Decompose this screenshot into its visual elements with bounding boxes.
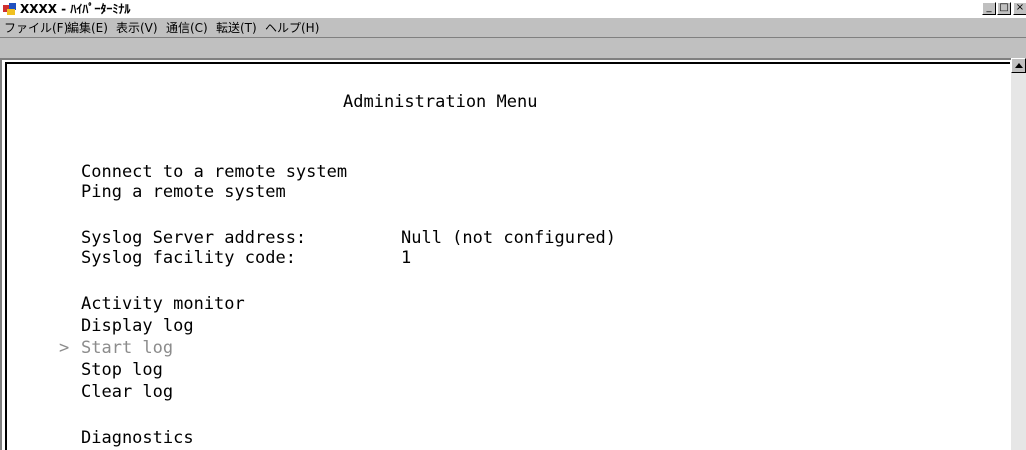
menu-option-ping[interactable]: Ping a remote system	[81, 182, 286, 202]
vertical-scrollbar[interactable]	[1011, 58, 1026, 450]
menu-option-start-log[interactable]: Start log	[81, 338, 173, 358]
menu-communication[interactable]: 通信(C)	[166, 21, 208, 35]
syslog-facility-label[interactable]: Syslog facility code:	[81, 248, 296, 268]
hyperterminal-icon	[3, 3, 16, 15]
maximize-button[interactable]: □	[997, 2, 1011, 15]
menu-option-diagnostics[interactable]: Diagnostics	[81, 428, 194, 448]
menu-option-activity-monitor[interactable]: Activity monitor	[81, 294, 245, 314]
terminal-screen[interactable]: Administration Menu Connect to a remote …	[5, 62, 1010, 450]
close-button[interactable]: ×	[1013, 2, 1026, 15]
menu-help[interactable]: ヘルプ(H)	[265, 21, 319, 35]
menu-bar: ファイル(F) 編集(E) 表示(V) 通信(C) 転送(T) ヘルプ(H)	[0, 18, 1026, 38]
menu-file[interactable]: ファイル(F)	[4, 21, 68, 35]
menu-option-display-log[interactable]: Display log	[81, 316, 194, 336]
selection-cursor: >	[59, 338, 70, 358]
menu-heading: Administration Menu	[343, 92, 538, 112]
syslog-server-value: Null (not configured)	[401, 228, 616, 248]
menu-edit[interactable]: 編集(E)	[67, 21, 108, 35]
minimize-button[interactable]: _	[982, 2, 996, 15]
scroll-up-button[interactable]	[1011, 58, 1026, 73]
menu-view[interactable]: 表示(V)	[116, 21, 158, 35]
menu-option-stop-log[interactable]: Stop log	[81, 360, 163, 380]
menu-transfer[interactable]: 転送(T)	[216, 21, 257, 35]
menu-option-clear-log[interactable]: Clear log	[81, 382, 173, 402]
menu-option-connect[interactable]: Connect to a remote system	[81, 162, 347, 182]
syslog-server-label[interactable]: Syslog Server address:	[81, 228, 306, 248]
scroll-up-arrow-icon	[1015, 63, 1023, 68]
window-title: XXXX - ﾊｲﾊﾟｰﾀｰﾐﾅﾙ	[20, 2, 131, 16]
syslog-facility-value: 1	[401, 248, 412, 268]
title-bar: XXXX - ﾊｲﾊﾟｰﾀｰﾐﾅﾙ _ □ ×	[0, 0, 1026, 18]
